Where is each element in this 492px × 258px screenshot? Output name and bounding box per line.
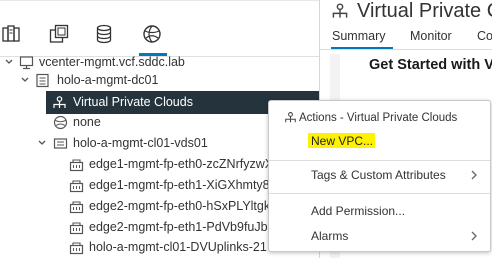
tree-node-label: edge1-mgmt-fp-eth0-zcZNrfyzwX — [89, 157, 274, 171]
menu-item-label: Add Permission... — [311, 204, 406, 218]
tab-hosts-and-clusters[interactable] — [2, 24, 24, 50]
port-group-icon — [69, 201, 84, 214]
vpc-icon — [53, 96, 66, 108]
tab-monitor[interactable]: Monitor — [410, 26, 452, 46]
network-globe-icon — [53, 115, 68, 130]
tab-storage[interactable] — [96, 24, 118, 50]
port-group-icon — [69, 159, 84, 172]
menu-item-label: Alarms — [311, 229, 349, 243]
divider — [0, 0, 319, 1]
networking-icon — [143, 25, 161, 43]
port-group-icon — [69, 180, 84, 193]
port-group-icon — [69, 242, 84, 255]
port-group-icon — [69, 222, 84, 235]
vpc-icon — [285, 112, 296, 123]
menu-item-new-vpc[interactable]: New VPC... — [269, 129, 490, 153]
menu-item-add-permission[interactable]: Add Permission... — [269, 199, 490, 223]
menu-item-tags-custom-attributes[interactable]: Tags & Custom Attributes — [269, 163, 490, 187]
tree-node-label: edge1-mgmt-fp-eth1-XiGXhmty8H — [89, 178, 279, 192]
tree-node-label: holo-a-mgmt-cl01-DVUplinks-21 — [89, 240, 267, 254]
chevron-down-icon[interactable] — [19, 69, 31, 92]
tab-configure[interactable]: Co — [477, 26, 492, 46]
tab-vms-and-templates[interactable] — [49, 24, 71, 50]
hosts-clusters-icon — [2, 25, 20, 42]
datacenter-icon — [36, 73, 49, 88]
menu-item-alarms[interactable]: Alarms — [269, 224, 490, 248]
menu-separator — [269, 193, 490, 194]
vms-templates-icon — [49, 24, 69, 43]
menu-item-label: Tags & Custom Attributes — [311, 168, 446, 182]
menu-item-label: New VPC... — [311, 134, 374, 148]
get-started-heading: Get Started with V — [369, 57, 492, 73]
tab-networking[interactable] — [139, 24, 167, 56]
tree-node-label: edge2-mgmt-fp-eth0-hSxPLYltgk — [89, 199, 271, 213]
divider — [320, 49, 492, 50]
tab-summary[interactable]: Summary — [332, 26, 385, 46]
context-menu: Actions - Virtual Private Clouds New VPC… — [268, 100, 491, 252]
chevron-right-icon — [471, 231, 477, 241]
chevron-down-icon[interactable] — [36, 132, 48, 155]
tree-node-label: holo-a-mgmt-dc01 — [57, 73, 159, 87]
distributed-switch-icon — [53, 138, 68, 149]
vpc-icon — [332, 3, 348, 18]
storage-icon — [96, 24, 112, 44]
tree-node-label: holo-a-mgmt-cl01-vds01 — [73, 136, 208, 150]
chevron-right-icon — [471, 170, 477, 180]
tree-node-label: none — [73, 115, 101, 129]
vcenter-icon — [19, 56, 34, 70]
context-menu-title: Actions - Virtual Private Clouds — [299, 112, 458, 124]
menu-separator — [269, 160, 490, 161]
page-title: Virtual Private Clo — [357, 0, 492, 22]
tree-node-datacenter[interactable]: holo-a-mgmt-dc01 — [0, 69, 319, 92]
